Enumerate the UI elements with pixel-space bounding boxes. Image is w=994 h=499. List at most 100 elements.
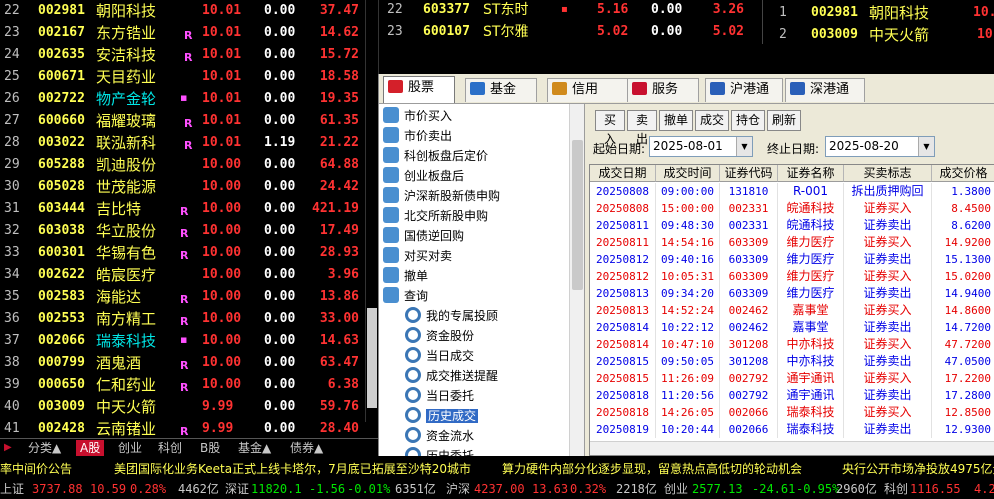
stock-row[interactable]: 22 002981 朝阳科技 10.01 0.00 37.47 <box>0 0 378 22</box>
tree-item[interactable]: 当日成交 <box>405 346 474 366</box>
tab-stocks[interactable]: 股票 <box>383 76 455 103</box>
refresh-button[interactable]: 刷新 <box>767 110 801 131</box>
tree-item[interactable]: 成交推送提醒 <box>405 366 498 386</box>
positions-button[interactable]: 持仓 <box>731 110 765 131</box>
tree-item[interactable]: 国债逆回购 <box>383 226 464 246</box>
column-header[interactable]: 成交价格 <box>932 165 994 182</box>
stock-row[interactable]: 34 002622 皓宸医疗 10.00 0.00 3.96 <box>0 264 378 286</box>
tab-funds[interactable]: 基金▲ <box>234 440 275 456</box>
stock-row[interactable]: 35 002583 海能达 R 10.00 0.00 13.86 <box>0 286 378 308</box>
table-row[interactable]: 20250819 10:20:44 002066 瑞泰科技 证券卖出 12.9300 <box>590 421 994 438</box>
tree-item[interactable]: 市价买入 <box>383 106 452 126</box>
stock-row[interactable]: 29 605288 凯迪股份 10.00 0.00 64.88 <box>0 154 378 176</box>
news-item[interactable]: 率中间价公告 <box>0 460 72 477</box>
sell-button[interactable]: 卖出 <box>627 110 657 146</box>
table-row[interactable]: 20250808 15:00:00 002331 皖通科技 证券买入 8.4500 <box>590 200 994 217</box>
stock-row[interactable]: 39 000650 仁和药业 R 10.00 0.00 6.38 <box>0 374 378 396</box>
stock-row[interactable]: 26 002722 物产金轮 ▪ 10.01 0.00 19.35 <box>0 88 378 110</box>
end-date-picker[interactable]: 2025-08-20 ▼ <box>825 136 935 157</box>
tab-b-shares[interactable]: B股 <box>196 440 224 456</box>
stock-row[interactable]: 37 002066 瑞泰科技 ▪ 10.00 0.00 14.63 <box>0 330 378 352</box>
table-row[interactable]: 20250811 09:48:30 002331 皖通科技 证券卖出 8.6200 <box>590 217 994 234</box>
stock-row[interactable]: 28 003022 联泓新科 R 10.01 1.19 21.22 <box>0 132 378 154</box>
cancel-order-button[interactable]: 撤单 <box>659 110 693 131</box>
tab-service[interactable]: 服务 <box>627 78 699 102</box>
scrollbar-thumb[interactable] <box>367 308 377 408</box>
table-row[interactable]: 20250815 09:50:05 301208 中亦科技 证券卖出 47.0500 <box>590 353 994 370</box>
tree-item[interactable]: 我的专属投顾 <box>405 306 498 326</box>
tree-item[interactable]: 资金流水 <box>405 426 474 446</box>
table-row[interactable]: 20250808 09:00:00 131810 R-001 拆出质押购回 1.3800 <box>590 183 994 200</box>
tab-credit[interactable]: 信用 <box>547 78 637 102</box>
start-date-picker[interactable]: 2025-08-01 ▼ <box>649 136 753 157</box>
tree-item[interactable]: 撤单 <box>383 266 428 286</box>
tab-chinext[interactable]: 创业 <box>114 440 146 456</box>
stock-row[interactable]: 36 002553 南方精工 R 10.00 0.00 33.00 <box>0 308 378 330</box>
stock-row[interactable]: 25 600671 天目药业 10.01 0.00 18.58 <box>0 66 378 88</box>
table-row[interactable]: 20250815 11:26:09 002792 通宇通讯 证券买入 17.2200 <box>590 370 994 387</box>
stock-row[interactable]: 31 603444 吉比特 R 10.00 0.00 421.19 <box>0 198 378 220</box>
stock-row[interactable]: 38 000799 酒鬼酒 R 10.00 0.00 63.47 <box>0 352 378 374</box>
table-row[interactable]: 20250814 10:22:12 002462 嘉事堂 证券卖出 14.7200 <box>590 319 994 336</box>
stock-row[interactable]: 32 603038 华立股份 R 10.00 0.00 17.49 <box>0 220 378 242</box>
tree-item[interactable]: 历史委托 <box>405 446 474 456</box>
index-name[interactable]: 创业 <box>664 482 688 497</box>
stock-row[interactable]: 24 002635 安洁科技 R 10.01 0.00 15.72 <box>0 44 378 66</box>
tab-a-shares[interactable]: A股 <box>76 440 105 456</box>
tree-item[interactable]: 沪深新股新债申购 <box>383 186 500 206</box>
tree-item[interactable]: 创业板盘后 <box>383 166 464 186</box>
stock-row[interactable]: 41 002428 云南锗业 R 9.99 0.00 28.40 <box>0 418 378 438</box>
column-header[interactable]: 成交时间 <box>656 165 720 182</box>
table-row[interactable]: 20250814 10:47:10 301208 中亦科技 证券买入 47.7200 <box>590 336 994 353</box>
table-row[interactable]: 20250812 10:05:31 603309 维力医疗 证券买入 15.0200 <box>590 268 994 285</box>
trades-button[interactable]: 成交 <box>695 110 729 131</box>
stock-row[interactable]: 23 002167 东方锆业 R 10.01 0.00 14.62 <box>0 22 378 44</box>
index-name[interactable]: 科创 <box>884 482 908 497</box>
tab-shenzhen-hk-connect[interactable]: 深港通 <box>785 78 865 102</box>
index-name[interactable]: 沪深 <box>446 482 470 497</box>
column-header[interactable]: 买卖标志 <box>844 165 932 182</box>
tree-item[interactable]: 历史成交 <box>405 406 479 426</box>
tree-item[interactable]: 市价卖出 <box>383 126 452 146</box>
buy-button[interactable]: 买入 <box>595 110 625 146</box>
index-name[interactable]: 上证 <box>0 482 24 497</box>
tab-fund[interactable]: 基金 <box>465 78 537 102</box>
tab-shanghai-hk-connect[interactable]: 沪港通 <box>705 78 783 102</box>
stock-row[interactable]: 40 003009 中天火箭 9.99 0.00 59.76 <box>0 396 378 418</box>
stock-row[interactable]: 27 600660 福耀玻璃 R 10.01 0.00 61.35 <box>0 110 378 132</box>
column-header[interactable]: 证券名称 <box>778 165 844 182</box>
tree-item[interactable]: 对买对卖 <box>383 246 452 266</box>
scrollbar-thumb[interactable] <box>572 140 583 290</box>
table-row[interactable]: 20250818 14:26:05 002066 瑞泰科技 证券买入 12.8500 <box>590 404 994 421</box>
tab-star-market[interactable]: 科创 <box>154 440 186 456</box>
quote-row[interactable]: 22 603377 ST东时 ▪ 5.16 0.00 3.26 <box>379 0 760 22</box>
table-horizontal-scrollbar[interactable] <box>590 441 994 455</box>
quote-row[interactable]: 23 600107 ST尔雅 5.02 0.00 5.02 <box>379 22 760 44</box>
tree-item[interactable]: 查询 <box>383 286 428 306</box>
stock-list-scrollbar[interactable] <box>365 0 377 422</box>
table-row[interactable]: 20250818 11:20:56 002792 通宇通讯 证券卖出 17.2800 <box>590 387 994 404</box>
stock-row[interactable]: 30 605028 世茂能源 10.00 0.00 24.42 <box>0 176 378 198</box>
column-header[interactable]: 证券代码 <box>720 165 778 182</box>
tree-item[interactable]: 当日委托 <box>405 386 474 406</box>
tree-item[interactable]: 科创板盘后定价 <box>383 146 488 166</box>
table-row[interactable]: 20250813 14:52:24 002462 嘉事堂 证券买入 14.8600 <box>590 302 994 319</box>
table-row[interactable]: 20250812 09:40:16 603309 维力医疗 证券卖出 15.1300 <box>590 251 994 268</box>
chevron-down-icon[interactable]: ▼ <box>736 137 752 156</box>
table-row[interactable]: 20250813 09:34:20 603309 维力医疗 证券卖出 14.9400 <box>590 285 994 302</box>
tab-bonds[interactable]: 债券▲ <box>286 440 327 456</box>
index-name[interactable]: 深证 <box>225 482 249 497</box>
tab-scroll-left-icon[interactable]: ▶ <box>0 440 16 456</box>
tree-scrollbar[interactable] <box>569 104 584 456</box>
tab-category[interactable]: 分类▲ <box>24 440 65 456</box>
news-item[interactable]: 算力硬件内部分化逐步显现，留意热点高低切的轮动机会 <box>502 460 802 477</box>
chevron-down-icon[interactable]: ▼ <box>918 137 934 156</box>
column-header[interactable]: 成交日期 <box>590 165 656 182</box>
tree-item[interactable]: 北交所新股申购 <box>383 206 488 226</box>
quote-row[interactable]: 1 002981 朝阳科技 10. <box>763 3 994 25</box>
stock-row[interactable]: 33 600301 华锡有色 R 10.00 0.00 28.93 <box>0 242 378 264</box>
news-item[interactable]: 美团国际化业务Keeta正式上线卡塔尔，7月底已拓展至沙特20城市 <box>114 460 471 477</box>
table-row[interactable]: 20250811 14:54:16 603309 维力医疗 证券买入 14.9200 <box>590 234 994 251</box>
news-item[interactable]: 央行公开市场净投放4975亿元 <box>842 460 994 477</box>
tree-item[interactable]: 资金股份 <box>405 326 474 346</box>
